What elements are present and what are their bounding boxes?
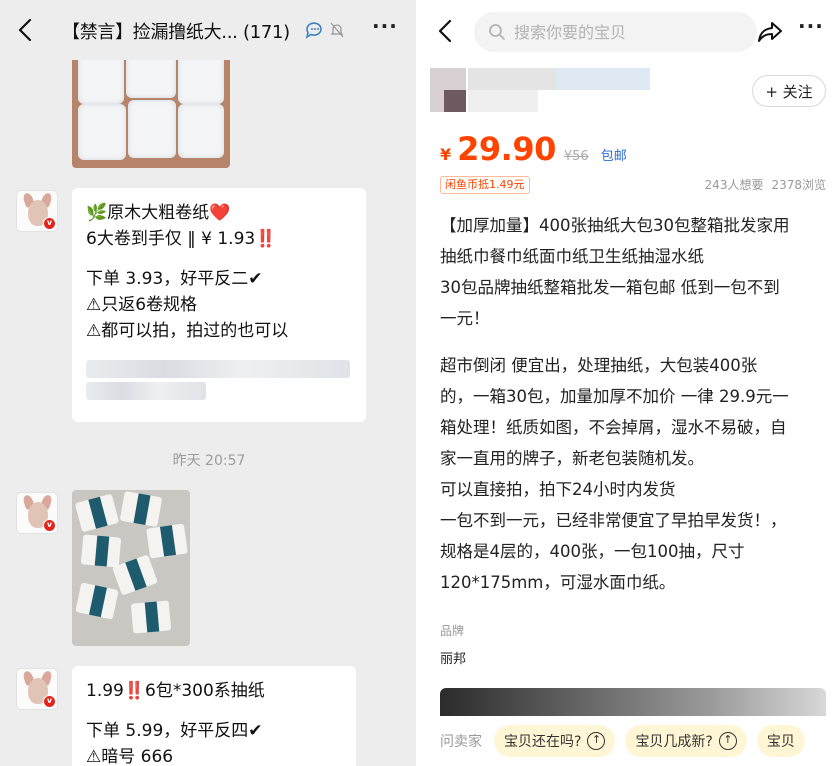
more-icon[interactable]: ··· [798, 14, 824, 38]
description-line: 120*175mm，可湿水面巾纸。 [440, 573, 676, 592]
message-line: 6包*300系抽纸 [145, 681, 265, 701]
search-bar[interactable] [474, 12, 757, 52]
message-line: 1.99 [86, 681, 124, 701]
shared-image-tissue-packs[interactable] [72, 490, 190, 646]
message-bubble: 1.99‼️6包*300系抽纸 下单 5.99，好平反四✔ ⚠暗号 666 [72, 666, 356, 766]
description-line: 【加厚加量】400张抽纸大包30包整箱批发家用 [440, 216, 790, 235]
description-line: 的，一箱30包，加量加厚不加价 一律 29.9元一 [440, 387, 789, 406]
shipping-badge: 包邮 [600, 149, 627, 164]
back-arrow-icon[interactable] [434, 18, 458, 44]
quick-question-chip[interactable]: 宝贝 [756, 725, 805, 757]
quick-question-bar: 问卖家 宝贝还在吗? ↑ 宝贝几成新? ↑ 宝贝 [420, 716, 840, 766]
seller-info-blurred[interactable] [430, 68, 650, 112]
brand-value: 丽邦 [440, 652, 467, 667]
original-price: ¥56 [563, 149, 589, 164]
back-arrow-icon[interactable] [14, 17, 38, 43]
product-detail-panel: ··· + 关注 ¥ 29.90 ¥56 包邮 闲鱼币抵1.49元 243人想要… [420, 0, 840, 766]
price-symbol: ¥ [440, 145, 452, 164]
group-chat-panel: 【禁言】捡漏撸纸大... (171) ··· v 🌿原木大粗卷纸❤️ 6大卷到手… [0, 0, 417, 766]
double-exclamation-icon: ‼️ [255, 229, 277, 249]
avatar[interactable]: v [16, 190, 58, 232]
description-line: 可以直接拍，拍下24小时内发货 [440, 480, 676, 499]
voice-chat-icon [305, 22, 322, 39]
views-count: 2378浏览 [771, 178, 826, 192]
ask-seller-label: 问卖家 [440, 734, 482, 750]
message-line: 下单 5.99，好平反四✔ [86, 721, 263, 741]
message-line: 🌿原木大粗卷纸❤️ [86, 203, 231, 223]
product-stats: 243人想要 2378浏览 [705, 176, 826, 193]
share-icon[interactable] [756, 18, 784, 46]
message-line: ⚠都可以拍，拍过的也可以 [86, 321, 289, 341]
message-line: ⚠暗号 666 [86, 747, 174, 766]
message-bubble: 🌿原木大粗卷纸❤️ 6大卷到手仅 ‖ ¥ 1.93‼️ 下单 3.93，好平反二… [72, 188, 366, 422]
description-line: 一元！ [440, 309, 490, 328]
chip-label: 宝贝几成新? [635, 734, 713, 750]
description-line: 箱处理！纸质如图，不会掉屑，湿水不易破，自 [440, 418, 787, 437]
description-line: 抽纸巾餐巾纸面巾纸卫生纸抽湿水纸 [440, 247, 704, 266]
arrow-up-circle-icon: ↑ [718, 732, 737, 750]
quick-question-chip[interactable]: 宝贝还在吗? ↑ [494, 725, 616, 757]
message-line: 6大卷到手仅 ‖ ¥ 1.93 [86, 229, 256, 249]
chip-label: 宝贝还在吗? [504, 734, 582, 750]
price: 29.90 [457, 130, 556, 168]
arrow-up-circle-icon: ↑ [587, 732, 606, 750]
price-row: ¥ 29.90 ¥56 包邮 [440, 130, 627, 168]
avatar[interactable]: v [16, 492, 58, 534]
timestamp: 昨天 20:57 [172, 453, 246, 469]
quick-question-chip[interactable]: 宝贝几成新? ↑ [625, 725, 747, 757]
double-exclamation-icon: ‼️ [123, 681, 146, 701]
description-line: 家一直用的牌子，新老包装随机发。 [440, 449, 704, 468]
brand-label: 品牌 [440, 624, 465, 638]
search-icon [489, 24, 505, 40]
wants-count: 243人想要 [704, 178, 764, 192]
product-description: 【加厚加量】400张抽纸大包30包整箱批发家用 抽纸巾餐巾纸面巾纸卫生纸抽湿水纸… [440, 210, 832, 598]
description-line: 一包不到一元，已经非常便宜了早拍早发货！， [440, 511, 787, 530]
mute-bell-icon [330, 22, 344, 38]
message-line: 下单 3.93，好平反二✔ [86, 269, 263, 289]
blurred-link[interactable] [86, 382, 206, 400]
chat-header: 【禁言】捡漏撸纸大... (171) ··· [0, 0, 417, 60]
blurred-link[interactable] [86, 360, 350, 378]
avatar[interactable]: v [16, 668, 58, 710]
chat-title: 【禁言】捡漏撸纸大... (171) [62, 22, 290, 43]
message-line: ⚠只返6卷规格 [86, 295, 198, 315]
description-line: 超市倒闭 便宜出，处理抽纸，大包装400张 [440, 356, 758, 375]
description-line: 30包品牌抽纸整箱批发一箱包邮 低到一包不到 [440, 278, 780, 297]
more-icon[interactable]: ··· [372, 14, 398, 38]
description-line: 规格是4层的，400张，一包100抽，尺寸 [440, 542, 745, 561]
follow-button[interactable]: + 关注 [752, 75, 826, 107]
coin-discount-tag[interactable]: 闲鱼币抵1.49元 [440, 176, 530, 194]
search-input[interactable] [514, 22, 734, 42]
chip-label: 宝贝 [766, 734, 795, 750]
